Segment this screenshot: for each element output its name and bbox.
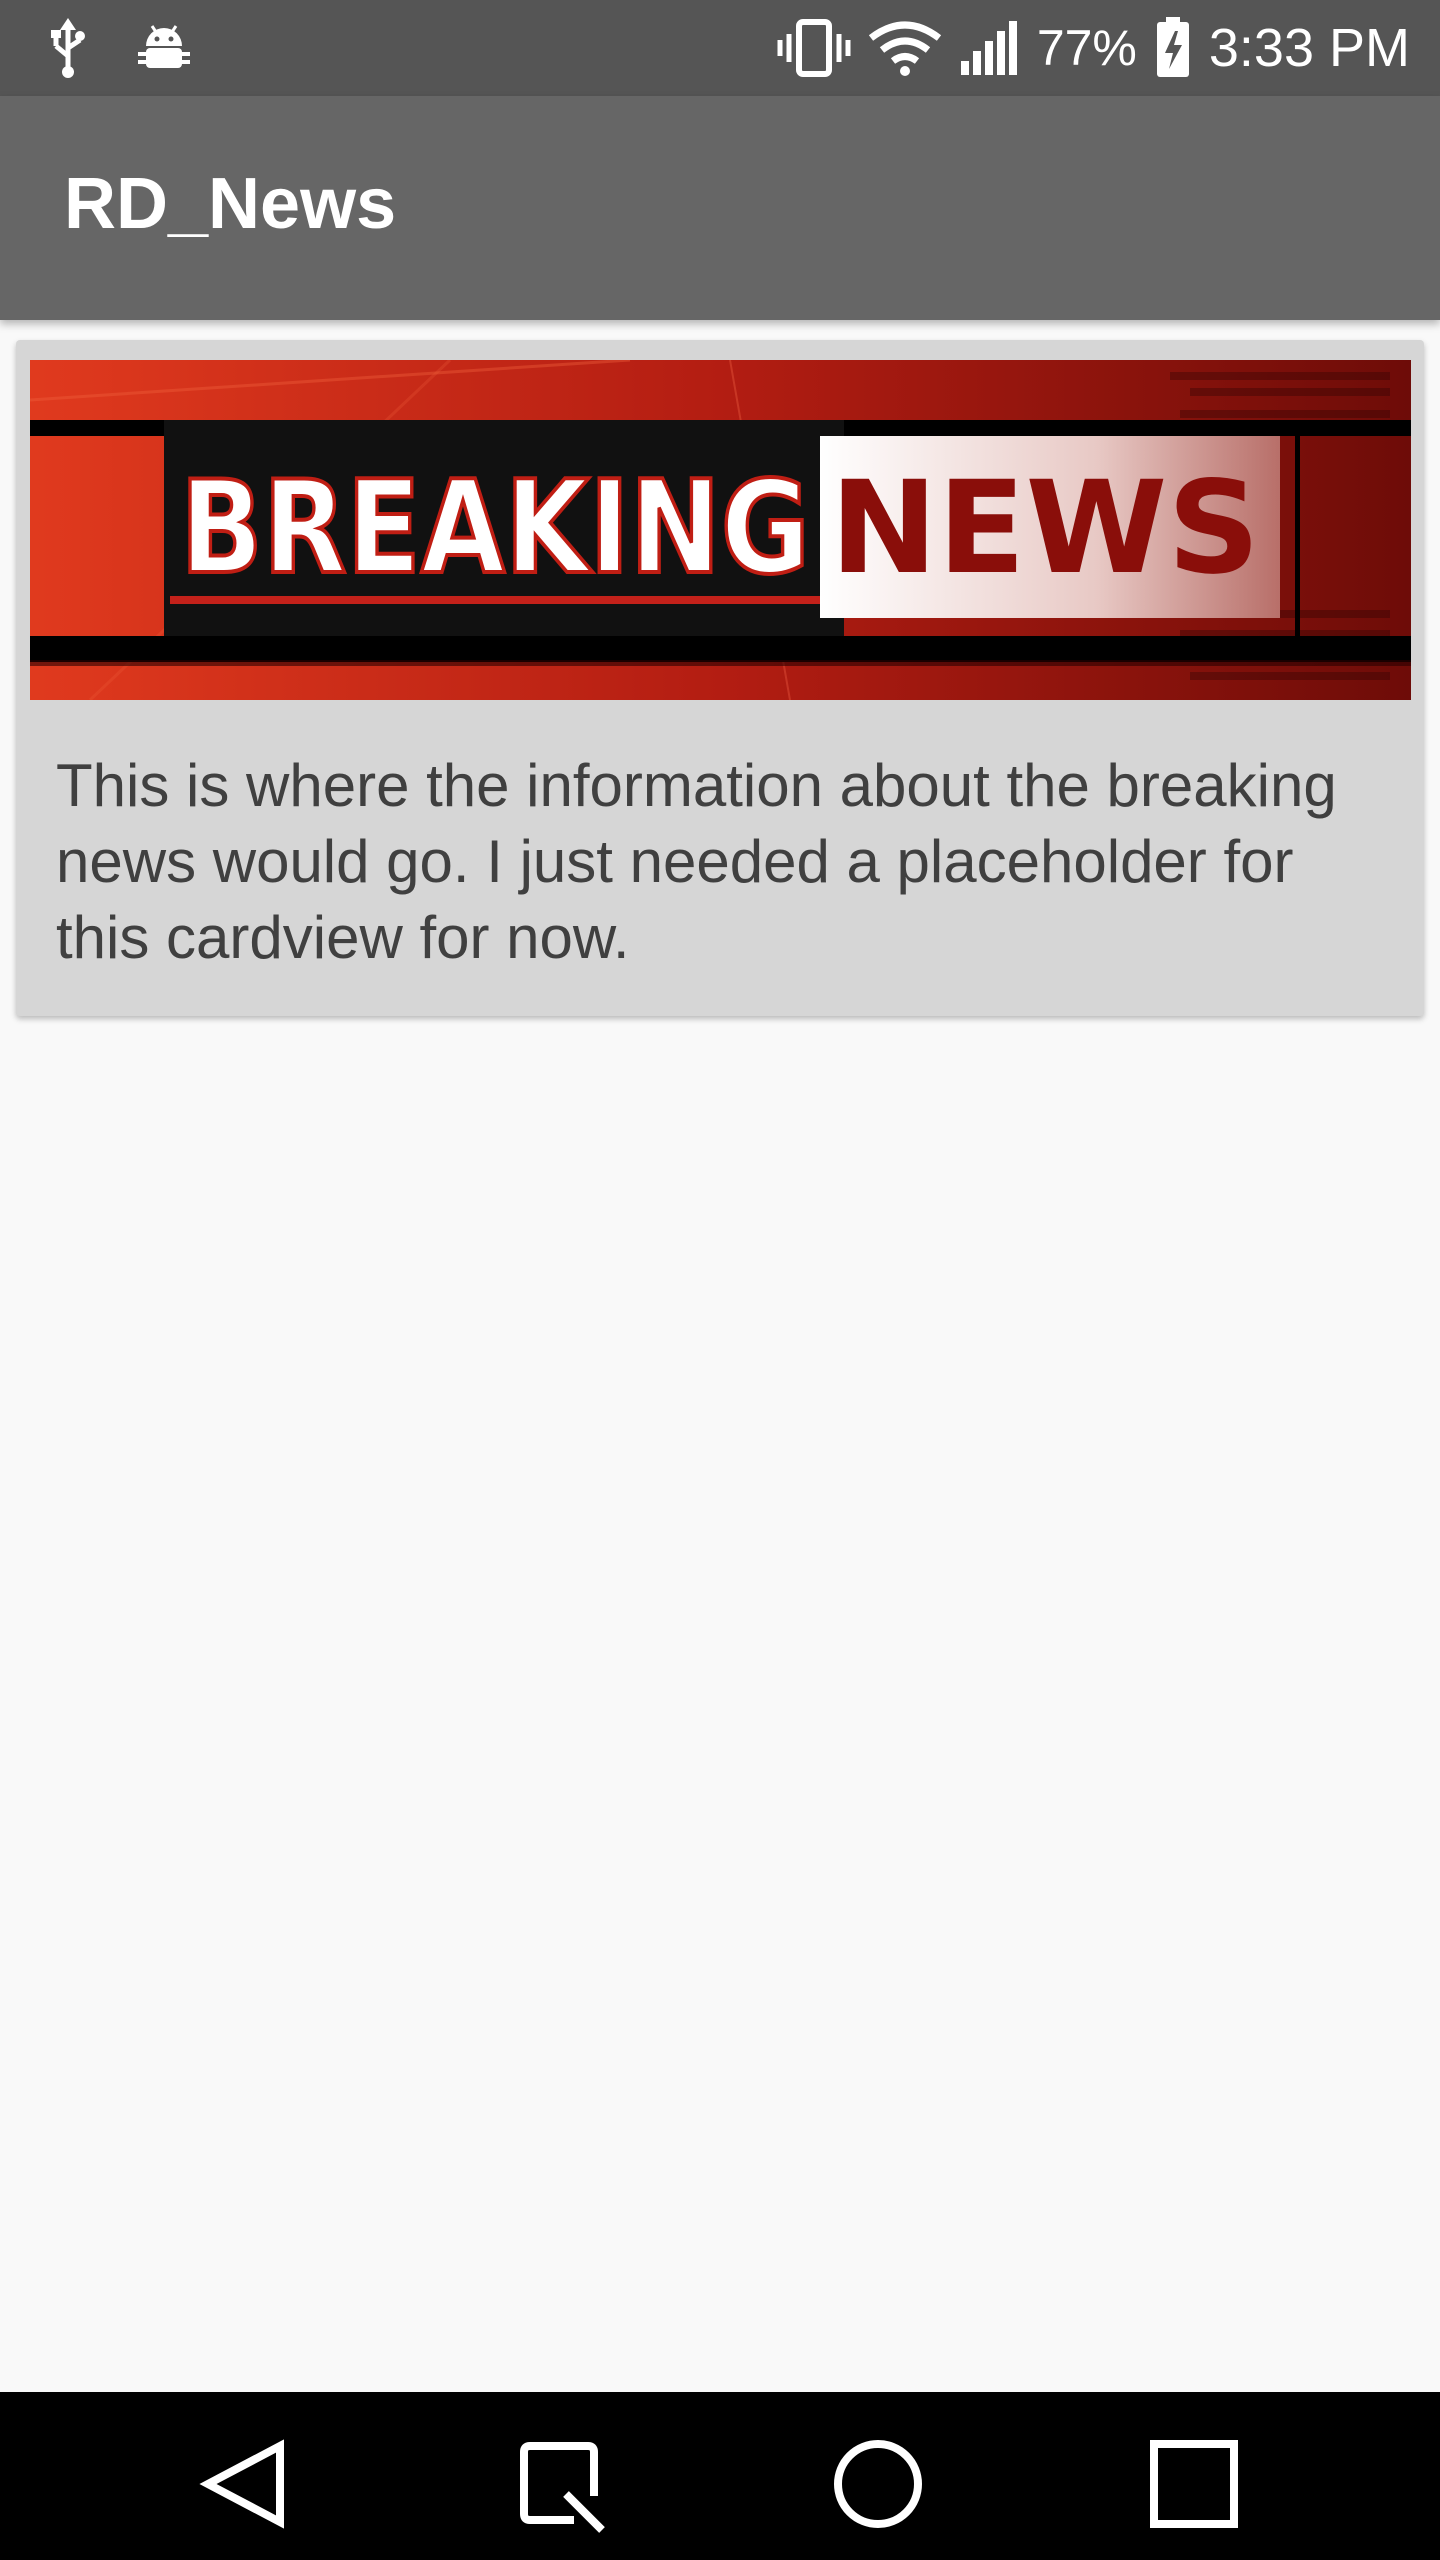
status-time: 3:33 PM (1208, 18, 1410, 78)
card-body-text: This is where the information about the … (56, 752, 1337, 971)
navigation-bar (0, 2392, 1440, 2560)
news-card[interactable]: BREAKING NEWS This is where the informat… (16, 340, 1424, 1016)
back-icon (196, 2434, 296, 2534)
signal-icon (959, 19, 1019, 77)
status-bar: 77% 3:33 PM (0, 0, 1440, 96)
home-icon (828, 2434, 928, 2534)
breaking-word: BREAKING (180, 454, 810, 603)
recents-button[interactable] (1144, 2434, 1244, 2534)
recents-icon (1144, 2434, 1244, 2534)
battery-charging-icon (1155, 17, 1191, 79)
app-bar: RD_News (0, 96, 1440, 320)
home-button[interactable] (828, 2434, 928, 2534)
news-word: NEWS (830, 454, 1260, 603)
quick-memo-icon (512, 2434, 612, 2534)
quick-memo-button[interactable] (512, 2434, 612, 2534)
app-title: RD_News (64, 164, 397, 244)
wifi-icon (868, 20, 941, 76)
vibrate-icon (777, 18, 851, 78)
breaking-news-banner: BREAKING NEWS (30, 360, 1411, 700)
battery-percent: 77% (1036, 20, 1137, 76)
usb-icon (48, 18, 88, 78)
back-button[interactable] (196, 2434, 296, 2534)
android-debug-icon (136, 20, 192, 76)
